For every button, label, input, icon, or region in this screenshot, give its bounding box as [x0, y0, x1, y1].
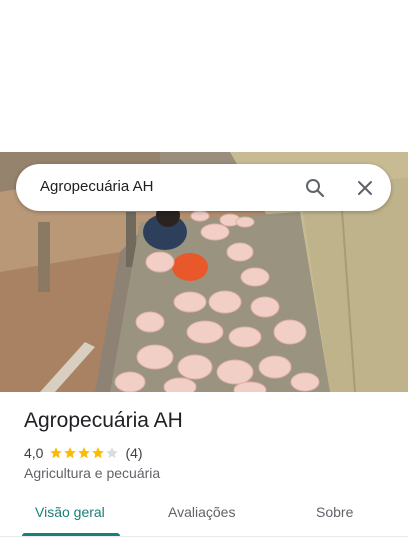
rating-row[interactable]: 4,0 (4): [24, 444, 143, 462]
tabs-divider: [0, 536, 408, 537]
rating-stars: [49, 446, 119, 460]
search-button[interactable]: [302, 175, 328, 201]
search-bar[interactable]: Agropecuária AH: [16, 164, 391, 211]
star-filled-icon: [50, 447, 63, 459]
star-filled-icon: [64, 447, 77, 459]
place-title: Agropecuária AH: [24, 409, 183, 432]
tab-bar: Visão geral Avaliações Sobre: [0, 492, 408, 538]
star-filled-icon: [78, 447, 91, 459]
close-icon: [358, 181, 372, 195]
search-input[interactable]: Agropecuária AH: [40, 178, 153, 195]
search-icon: [306, 179, 325, 198]
tab-reviews[interactable]: Avaliações: [168, 504, 235, 520]
star-empty-icon: [106, 447, 119, 459]
rating-value: 4,0: [24, 445, 44, 461]
review-count[interactable]: (4): [125, 445, 142, 461]
tab-about[interactable]: Sobre: [316, 504, 353, 520]
tab-overview[interactable]: Visão geral: [35, 504, 105, 520]
place-category[interactable]: Agricultura e pecuária: [24, 465, 160, 481]
star-filled-icon: [92, 447, 105, 459]
close-button[interactable]: [352, 175, 378, 201]
